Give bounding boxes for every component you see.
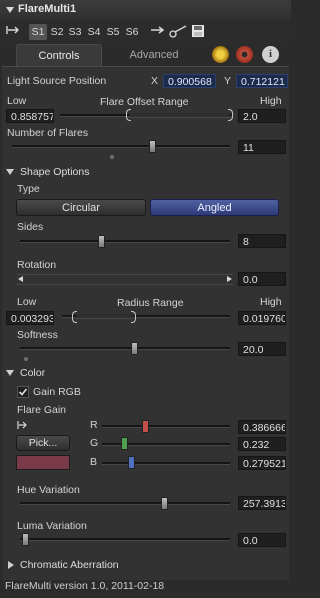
- flare-offset-high-label: High: [260, 95, 282, 107]
- radius-range-title: Radius Range: [117, 297, 184, 309]
- b-knob[interactable]: [128, 456, 135, 469]
- view-button-s5[interactable]: S5: [104, 24, 122, 40]
- sides-field[interactable]: 8: [238, 234, 286, 248]
- gain-rgb-label: Gain RGB: [33, 386, 81, 398]
- title-bar: FlareMulti1: [0, 0, 291, 21]
- r-knob[interactable]: [142, 420, 149, 433]
- info-icon[interactable]: i: [262, 46, 279, 63]
- sides-knob[interactable]: [98, 235, 105, 248]
- radius-high-label: High: [260, 296, 282, 308]
- light-source-position-label: Light Source Position: [7, 75, 107, 87]
- radius-low-field[interactable]: 0.003293: [6, 311, 54, 325]
- x-label: X: [151, 75, 159, 87]
- chromatic-aberration-section-header[interactable]: Chromatic Aberration: [3, 559, 203, 573]
- gain-rgb-checkbox[interactable]: [17, 386, 29, 398]
- flare-offset-range-title: Flare Offset Range: [100, 96, 189, 108]
- luma-variation-field[interactable]: 0.0: [238, 533, 286, 547]
- radius-range-fill: [76, 314, 134, 319]
- flare-offset-high-field[interactable]: 2.0: [238, 109, 286, 123]
- hue-variation-field[interactable]: 257.3913: [238, 496, 286, 510]
- flare-gain-label: Flare Gain: [17, 404, 67, 416]
- type-circular-button[interactable]: Circular: [16, 199, 146, 216]
- view-button-s1[interactable]: S1: [29, 24, 47, 40]
- tab-bar: Controls Advanced i: [0, 44, 291, 68]
- type-angled-button[interactable]: Angled: [150, 199, 279, 216]
- radius-low-handle[interactable]: [72, 311, 77, 323]
- g-field[interactable]: 0.232: [238, 437, 286, 451]
- shape-options-section-header[interactable]: Shape Options: [3, 166, 203, 180]
- pick-button[interactable]: Pick...: [16, 435, 70, 451]
- softness-knob[interactable]: [131, 342, 138, 355]
- picker-arrow-icon[interactable]: [16, 420, 28, 430]
- tab-controls[interactable]: Controls: [16, 44, 102, 67]
- tab-advanced[interactable]: Advanced: [112, 44, 196, 66]
- type-label: Type: [17, 183, 40, 195]
- radius-high-field[interactable]: 0.019760: [238, 311, 286, 325]
- radius-high-handle[interactable]: [131, 311, 136, 323]
- y-label: Y: [224, 75, 232, 87]
- r-track: [102, 425, 230, 428]
- number-of-flares-knob[interactable]: [149, 140, 156, 153]
- flare-offset-low-field[interactable]: 0.858757: [6, 109, 54, 123]
- view-buttons-row: S1 S2 S3 S4 S5 S6: [0, 20, 291, 44]
- luma-variation-knob[interactable]: [22, 533, 29, 546]
- sides-track: [20, 240, 230, 243]
- hue-variation-knob[interactable]: [161, 497, 168, 510]
- view-button-s6[interactable]: S6: [123, 24, 141, 40]
- b-track: [102, 462, 230, 465]
- hue-variation-track: [20, 502, 230, 505]
- rotation-label: Rotation: [17, 259, 57, 271]
- expand-arrow-icon: [6, 169, 14, 175]
- rotate-right-icon: [227, 276, 232, 282]
- number-of-flares-track: [12, 145, 230, 148]
- expand-arrow-icon: [8, 561, 14, 569]
- flare-offset-low-handle[interactable]: [126, 109, 131, 121]
- number-of-flares-field[interactable]: 11: [238, 140, 286, 154]
- luma-variation-track: [20, 538, 230, 541]
- rotation-field[interactable]: 0.0: [238, 272, 286, 286]
- light-x-field[interactable]: 0.900568: [163, 74, 216, 88]
- softness-field[interactable]: 20.0: [238, 342, 286, 356]
- r-field[interactable]: 0.386666: [238, 420, 286, 434]
- b-field[interactable]: 0.279521: [238, 456, 286, 470]
- b-label: B: [90, 456, 98, 468]
- softness-label: Softness: [17, 329, 58, 341]
- rotation-slider[interactable]: [17, 274, 233, 285]
- radioactive-icon[interactable]: [212, 46, 229, 63]
- softness-track: [20, 347, 230, 350]
- g-knob[interactable]: [121, 437, 128, 450]
- default-marker-dot: [110, 155, 114, 159]
- light-y-field[interactable]: 0.712121: [236, 74, 288, 88]
- flare-offset-range-fill: [130, 113, 230, 118]
- sides-label: Sides: [17, 221, 44, 233]
- number-of-flares-label: Number of Flares: [7, 127, 89, 139]
- arrow-right-icon[interactable]: [148, 24, 168, 40]
- collapse-arrow-icon[interactable]: [6, 7, 14, 13]
- link-icon[interactable]: [168, 24, 190, 40]
- rotate-left-icon: [18, 276, 23, 282]
- view-button-s2[interactable]: S2: [48, 24, 66, 40]
- flare-offset-low-label: Low: [7, 95, 27, 107]
- hue-variation-label: Hue Variation: [17, 484, 80, 496]
- luma-variation-label: Luma Variation: [17, 520, 87, 532]
- footer: FlareMulti version 1.0, 2011-02-18: [0, 576, 291, 598]
- color-section-header[interactable]: Color: [3, 367, 123, 381]
- default-marker-dot: [24, 357, 28, 361]
- save-icon[interactable]: [190, 24, 206, 40]
- r-label: R: [90, 419, 98, 431]
- view-button-s4[interactable]: S4: [85, 24, 103, 40]
- flare-offset-high-handle[interactable]: [228, 109, 233, 121]
- pin-arrow-icon[interactable]: [4, 24, 22, 40]
- view-button-s3[interactable]: S3: [66, 24, 84, 40]
- g-label: G: [90, 437, 99, 449]
- version-text: FlareMulti version 1.0, 2011-02-18: [5, 580, 165, 592]
- gear-icon[interactable]: [236, 46, 253, 63]
- expand-arrow-icon: [6, 370, 14, 376]
- checkmark-icon: [18, 388, 28, 396]
- radius-low-label: Low: [17, 296, 37, 308]
- color-swatch[interactable]: [16, 455, 70, 470]
- tool-title: FlareMulti1: [18, 3, 77, 15]
